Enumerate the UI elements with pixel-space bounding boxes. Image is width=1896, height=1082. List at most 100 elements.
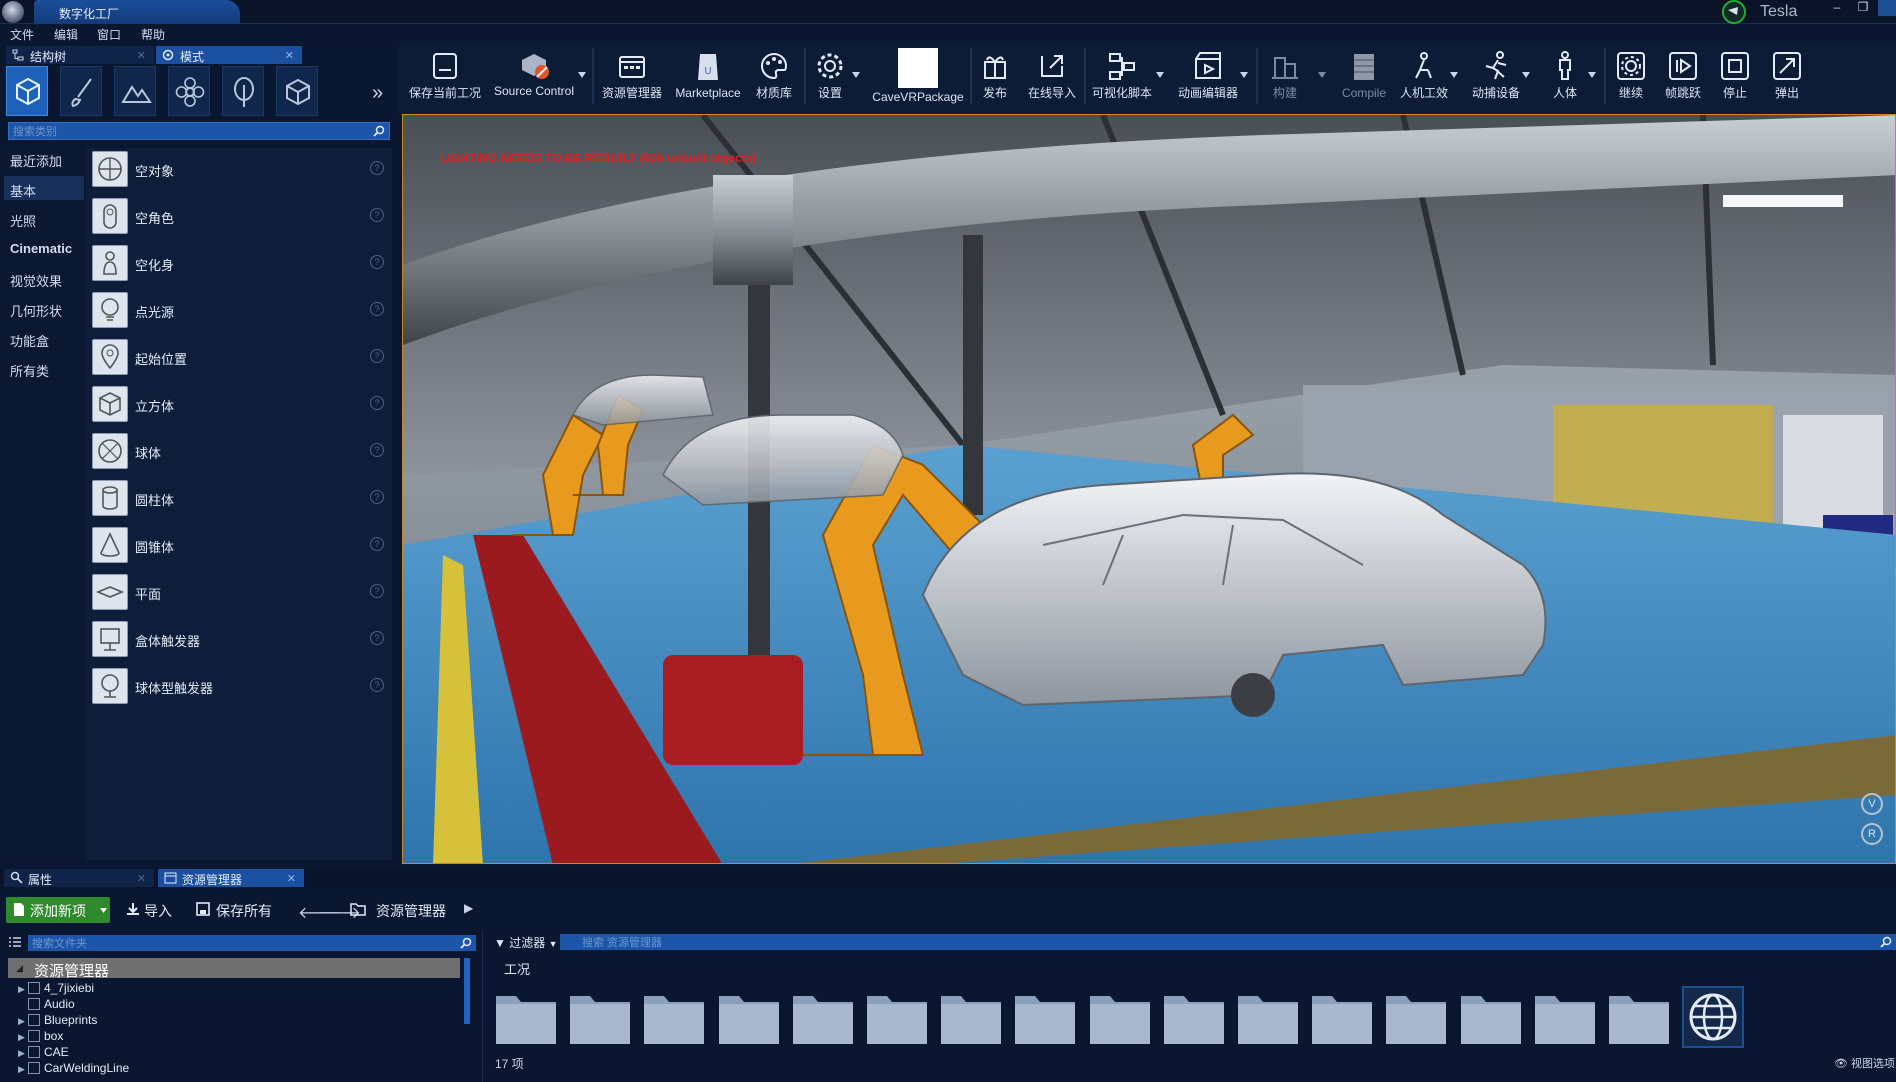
settings-button[interactable]: 设置	[810, 46, 850, 108]
place-item-cone[interactable]: 圆锥体 ?	[92, 525, 388, 565]
publish-button[interactable]: 发布	[978, 46, 1012, 108]
cave-vr-package-button[interactable]: CaveVRPackage	[870, 46, 966, 108]
folder-tile[interactable]	[1088, 990, 1152, 1046]
close-icon[interactable]: ✕	[137, 49, 146, 62]
category-volumes[interactable]: 功能盒	[10, 331, 49, 350]
tree-expand-icon[interactable]: ▶	[18, 1064, 25, 1075]
tree-toggle-icon[interactable]	[8, 935, 22, 949]
save-current-button[interactable]: 保存当前工况	[404, 46, 486, 108]
human-body-button[interactable]: 人体	[1540, 46, 1590, 108]
folder-search-input[interactable]	[28, 936, 432, 952]
tree-expanded-icon[interactable]: ◢	[16, 963, 23, 974]
viewport-gizmo[interactable]: V R	[1843, 785, 1891, 855]
folder-tile[interactable]	[642, 990, 706, 1046]
close-icon[interactable]: ✕	[285, 49, 294, 62]
folder-tile[interactable]	[791, 990, 855, 1046]
folder-tile[interactable]	[1236, 990, 1300, 1046]
tree-item-folder[interactable]: box	[44, 1029, 63, 1043]
place-mode-button[interactable]	[6, 66, 48, 116]
chevron-down-icon[interactable]	[1522, 72, 1530, 78]
place-item-cylinder[interactable]: 圆柱体 ?	[92, 478, 388, 518]
maximize-button[interactable]: ❐	[1852, 0, 1874, 16]
help-icon[interactable]: ?	[370, 537, 384, 551]
tree-expand-icon[interactable]: ▶	[18, 1048, 25, 1059]
place-item-sphere-trigger[interactable]: 球体型触发器 ?	[92, 666, 388, 706]
chevron-down-icon[interactable]	[1156, 72, 1164, 78]
level-viewport[interactable]: V R	[402, 114, 1896, 864]
help-icon[interactable]: ?	[370, 255, 384, 269]
place-item-empty-actor[interactable]: 空对象 ?	[92, 149, 388, 189]
place-item-empty-pawn[interactable]: 空化身 ?	[92, 243, 388, 283]
tree-expand-icon[interactable]: ▶	[18, 1016, 25, 1027]
folder-tile[interactable]	[865, 990, 929, 1046]
map-asset-tile[interactable]	[1682, 986, 1744, 1048]
user-name[interactable]: Tesla	[1760, 3, 1797, 21]
close-icon[interactable]: ✕	[287, 872, 296, 885]
asset-search-input[interactable]	[560, 935, 1763, 951]
tree-root-folder[interactable]: ◢ 资源管理器	[8, 958, 460, 980]
help-icon[interactable]: ?	[370, 349, 384, 363]
place-item-empty-character[interactable]: 空角色 ?	[92, 196, 388, 236]
gizmo-r-icon[interactable]: R	[1861, 823, 1883, 845]
help-icon[interactable]: ?	[370, 584, 384, 598]
folder-tile[interactable]	[1459, 990, 1523, 1046]
landscape-mode-button[interactable]	[114, 66, 156, 116]
tab-content-browser[interactable]: 资源管理器 ✕	[158, 869, 304, 887]
category-recent[interactable]: 最近添加	[10, 151, 62, 170]
menu-help[interactable]: 帮助	[141, 26, 165, 43]
category-search-input[interactable]	[9, 124, 359, 140]
marketplace-button[interactable]: U Marketplace	[670, 46, 746, 108]
tab-modes[interactable]: 模式 ✕	[156, 46, 302, 64]
continue-button[interactable]: 继续	[1612, 46, 1650, 108]
motion-capture-button[interactable]: 动捕设备	[1466, 46, 1526, 108]
tree-item-folder[interactable]: 4_7jixiebi	[44, 981, 94, 995]
category-cinematic[interactable]: Cinematic	[10, 241, 72, 256]
eject-button[interactable]: 弹出	[1768, 46, 1806, 108]
folder-tile[interactable]	[568, 990, 632, 1046]
stop-button[interactable]: 停止	[1716, 46, 1754, 108]
help-icon[interactable]: ?	[370, 208, 384, 222]
visual-script-button[interactable]: 可视化脚本	[1090, 46, 1154, 108]
folder-search-field[interactable]	[28, 935, 476, 952]
menu-file[interactable]: 文件	[10, 26, 34, 43]
place-item-player-start[interactable]: 起始位置 ?	[92, 337, 388, 377]
chevron-down-icon[interactable]	[1588, 72, 1596, 78]
category-search-field[interactable]	[8, 122, 390, 140]
place-item-sphere[interactable]: 球体 ?	[92, 431, 388, 471]
window-title-tab[interactable]: 数字化工厂	[34, 0, 240, 24]
place-item-cube[interactable]: 立方体 ?	[92, 384, 388, 424]
folder-tile[interactable]	[717, 990, 781, 1046]
help-icon[interactable]: ?	[370, 302, 384, 316]
category-basic[interactable]: 基本	[10, 181, 36, 200]
tree-item-folder[interactable]: Blueprints	[44, 1013, 97, 1027]
filter-button[interactable]: ▼ 过滤器 ▼	[494, 934, 558, 951]
path-chevron-icon[interactable]: ▶	[464, 901, 473, 915]
source-control-button[interactable]: Source Control	[490, 46, 578, 108]
folder-tile[interactable]	[1013, 990, 1077, 1046]
material-library-button[interactable]: 材质库	[748, 46, 800, 108]
view-options-button[interactable]: 👁 视图选项	[1834, 1055, 1895, 1071]
menu-window[interactable]: 窗口	[97, 26, 121, 43]
pane-divider[interactable]	[482, 932, 483, 1082]
place-item-plane[interactable]: 平面 ?	[92, 572, 388, 612]
place-item-point-light[interactable]: 点光源 ?	[92, 290, 388, 330]
chevron-down-icon[interactable]	[578, 72, 586, 78]
folder-tile[interactable]	[1607, 990, 1671, 1046]
content-browser-button[interactable]: 资源管理器	[598, 46, 666, 108]
help-icon[interactable]: ?	[370, 490, 384, 504]
animation-editor-button[interactable]: 动画编辑器	[1172, 46, 1244, 108]
online-import-button[interactable]: 在线导入	[1024, 46, 1080, 108]
minimize-button[interactable]: –	[1826, 0, 1848, 16]
ergonomics-button[interactable]: 人机工效	[1396, 46, 1452, 108]
chevron-down-icon[interactable]	[852, 72, 860, 78]
tab-properties[interactable]: 属性 ✕	[4, 869, 154, 887]
geometry-mode-button[interactable]	[276, 66, 318, 116]
folder-tile[interactable]	[939, 990, 1003, 1046]
chevron-down-icon[interactable]	[1240, 72, 1248, 78]
category-lights[interactable]: 光照	[10, 211, 36, 230]
folder-tile[interactable]	[1162, 990, 1226, 1046]
place-item-box-trigger[interactable]: 盒体触发器 ?	[92, 619, 388, 659]
help-icon[interactable]: ?	[370, 161, 384, 175]
chevron-down-icon[interactable]	[1450, 72, 1458, 78]
close-icon[interactable]: ✕	[137, 872, 146, 885]
